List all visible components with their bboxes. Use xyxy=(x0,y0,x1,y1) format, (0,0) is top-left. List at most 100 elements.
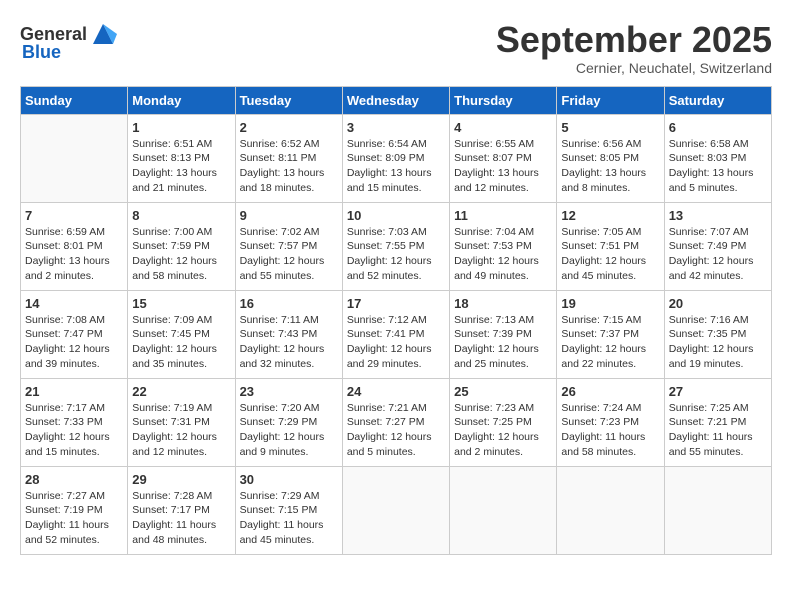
calendar-cell: 19Sunrise: 7:15 AMSunset: 7:37 PMDayligh… xyxy=(557,290,664,378)
calendar-cell xyxy=(557,466,664,554)
day-info: Sunrise: 7:20 AMSunset: 7:29 PMDaylight:… xyxy=(240,401,338,460)
calendar-week-row: 14 Sunrise: 7:08 AMSunset: 7:47 PMDayligh… xyxy=(21,290,772,378)
day-number: 18 xyxy=(454,296,552,311)
day-number: 14 xyxy=(25,296,123,311)
day-number: 27 xyxy=(669,384,767,399)
weekday-header-row: SundayMondayTuesdayWednesdayThursdayFrid… xyxy=(21,86,772,114)
day-info: Sunrise: 7:15 AMSunset: 7:37 PMDaylight:… xyxy=(561,313,659,372)
logo: General Blue xyxy=(20,20,117,63)
day-number: 1 xyxy=(132,120,230,135)
calendar-cell: 29 Sunrise: 7:28 AMSunset: 7:17 PMDayligh… xyxy=(128,466,235,554)
day-number: 17 xyxy=(347,296,445,311)
day-number: 15 xyxy=(132,296,230,311)
logo-icon xyxy=(89,20,117,48)
day-info: Sunrise: 7:00 AMSunset: 7:59 PMDaylight:… xyxy=(132,225,230,284)
weekday-header: Thursday xyxy=(450,86,557,114)
calendar-cell: 26 Sunrise: 7:24 AMSunset: 7:23 PMDayligh… xyxy=(557,378,664,466)
calendar-cell: 25Sunrise: 7:23 AMSunset: 7:25 PMDayligh… xyxy=(450,378,557,466)
calendar-cell: 6 Sunrise: 6:58 AMSunset: 8:03 PMDaylight… xyxy=(664,114,771,202)
day-info: Sunrise: 7:21 AMSunset: 7:27 PMDaylight:… xyxy=(347,401,445,460)
day-number: 13 xyxy=(669,208,767,223)
day-info: Sunrise: 6:54 AMSunset: 8:09 PMDaylight:… xyxy=(347,137,445,196)
day-info: Sunrise: 7:12 AMSunset: 7:41 PMDaylight:… xyxy=(347,313,445,372)
calendar-cell: 10 Sunrise: 7:03 AMSunset: 7:55 PMDayligh… xyxy=(342,202,449,290)
day-info: Sunrise: 6:51 AMSunset: 8:13 PMDaylight:… xyxy=(132,137,230,196)
weekday-header: Sunday xyxy=(21,86,128,114)
day-info: Sunrise: 7:09 AMSunset: 7:45 PMDaylight:… xyxy=(132,313,230,372)
weekday-header: Tuesday xyxy=(235,86,342,114)
day-number: 25 xyxy=(454,384,552,399)
calendar-cell: 24 Sunrise: 7:21 AMSunset: 7:27 PMDayligh… xyxy=(342,378,449,466)
calendar-cell: 13Sunrise: 7:07 AMSunset: 7:49 PMDayligh… xyxy=(664,202,771,290)
day-number: 24 xyxy=(347,384,445,399)
day-number: 5 xyxy=(561,120,659,135)
calendar-cell: 30 Sunrise: 7:29 AMSunset: 7:15 PMDayligh… xyxy=(235,466,342,554)
location-title: Cernier, Neuchatel, Switzerland xyxy=(496,60,772,76)
weekday-header: Saturday xyxy=(664,86,771,114)
day-info: Sunrise: 7:16 AMSunset: 7:35 PMDaylight:… xyxy=(669,313,767,372)
calendar-cell: 22 Sunrise: 7:19 AMSunset: 7:31 PMDayligh… xyxy=(128,378,235,466)
day-info: Sunrise: 7:28 AMSunset: 7:17 PMDaylight:… xyxy=(132,489,230,548)
day-number: 29 xyxy=(132,472,230,487)
calendar-cell: 20Sunrise: 7:16 AMSunset: 7:35 PMDayligh… xyxy=(664,290,771,378)
day-info: Sunrise: 7:29 AMSunset: 7:15 PMDaylight:… xyxy=(240,489,338,548)
page-header: General Blue September 2025 Cernier, Neu… xyxy=(20,20,772,76)
calendar-cell: 17 Sunrise: 7:12 AMSunset: 7:41 PMDayligh… xyxy=(342,290,449,378)
day-info: Sunrise: 7:08 AMSunset: 7:47 PMDaylight:… xyxy=(25,313,123,372)
calendar-cell: 14 Sunrise: 7:08 AMSunset: 7:47 PMDayligh… xyxy=(21,290,128,378)
day-number: 8 xyxy=(132,208,230,223)
calendar-table: SundayMondayTuesdayWednesdayThursdayFrid… xyxy=(20,86,772,555)
calendar-cell xyxy=(21,114,128,202)
day-number: 9 xyxy=(240,208,338,223)
calendar-cell: 1 Sunrise: 6:51 AMSunset: 8:13 PMDaylight… xyxy=(128,114,235,202)
calendar-cell: 11 Sunrise: 7:04 AMSunset: 7:53 PMDayligh… xyxy=(450,202,557,290)
day-info: Sunrise: 7:11 AMSunset: 7:43 PMDaylight:… xyxy=(240,313,338,372)
calendar-week-row: 1 Sunrise: 6:51 AMSunset: 8:13 PMDaylight… xyxy=(21,114,772,202)
day-number: 23 xyxy=(240,384,338,399)
day-info: Sunrise: 7:03 AMSunset: 7:55 PMDaylight:… xyxy=(347,225,445,284)
day-number: 21 xyxy=(25,384,123,399)
calendar-cell: 5 Sunrise: 6:56 AMSunset: 8:05 PMDaylight… xyxy=(557,114,664,202)
day-info: Sunrise: 7:04 AMSunset: 7:53 PMDaylight:… xyxy=(454,225,552,284)
calendar-cell: 7Sunrise: 6:59 AMSunset: 8:01 PMDaylight… xyxy=(21,202,128,290)
day-info: Sunrise: 7:27 AMSunset: 7:19 PMDaylight:… xyxy=(25,489,123,548)
calendar-cell xyxy=(342,466,449,554)
day-number: 16 xyxy=(240,296,338,311)
day-number: 26 xyxy=(561,384,659,399)
day-info: Sunrise: 7:13 AMSunset: 7:39 PMDaylight:… xyxy=(454,313,552,372)
calendar-cell xyxy=(664,466,771,554)
calendar-cell: 28Sunrise: 7:27 AMSunset: 7:19 PMDayligh… xyxy=(21,466,128,554)
calendar-cell xyxy=(450,466,557,554)
day-info: Sunrise: 7:24 AMSunset: 7:23 PMDaylight:… xyxy=(561,401,659,460)
calendar-cell: 27 Sunrise: 7:25 AMSunset: 7:21 PMDayligh… xyxy=(664,378,771,466)
calendar-cell: 16 Sunrise: 7:11 AMSunset: 7:43 PMDayligh… xyxy=(235,290,342,378)
calendar-cell: 15 Sunrise: 7:09 AMSunset: 7:45 PMDayligh… xyxy=(128,290,235,378)
calendar-cell: 4 Sunrise: 6:55 AMSunset: 8:07 PMDaylight… xyxy=(450,114,557,202)
day-number: 3 xyxy=(347,120,445,135)
day-info: Sunrise: 7:02 AMSunset: 7:57 PMDaylight:… xyxy=(240,225,338,284)
month-title: September 2025 xyxy=(496,20,772,60)
day-info: Sunrise: 6:55 AMSunset: 8:07 PMDaylight:… xyxy=(454,137,552,196)
calendar-week-row: 7Sunrise: 6:59 AMSunset: 8:01 PMDaylight… xyxy=(21,202,772,290)
day-number: 30 xyxy=(240,472,338,487)
calendar-cell: 8 Sunrise: 7:00 AMSunset: 7:59 PMDaylight… xyxy=(128,202,235,290)
weekday-header: Monday xyxy=(128,86,235,114)
day-info: Sunrise: 6:58 AMSunset: 8:03 PMDaylight:… xyxy=(669,137,767,196)
day-info: Sunrise: 6:56 AMSunset: 8:05 PMDaylight:… xyxy=(561,137,659,196)
day-number: 22 xyxy=(132,384,230,399)
weekday-header: Wednesday xyxy=(342,86,449,114)
title-block: September 2025 Cernier, Neuchatel, Switz… xyxy=(496,20,772,76)
calendar-week-row: 21Sunrise: 7:17 AMSunset: 7:33 PMDayligh… xyxy=(21,378,772,466)
calendar-cell: 3 Sunrise: 6:54 AMSunset: 8:09 PMDaylight… xyxy=(342,114,449,202)
day-number: 12 xyxy=(561,208,659,223)
weekday-header: Friday xyxy=(557,86,664,114)
day-number: 6 xyxy=(669,120,767,135)
day-number: 11 xyxy=(454,208,552,223)
day-info: Sunrise: 7:25 AMSunset: 7:21 PMDaylight:… xyxy=(669,401,767,460)
day-number: 4 xyxy=(454,120,552,135)
calendar-week-row: 28Sunrise: 7:27 AMSunset: 7:19 PMDayligh… xyxy=(21,466,772,554)
day-number: 10 xyxy=(347,208,445,223)
calendar-cell: 18 Sunrise: 7:13 AMSunset: 7:39 PMDayligh… xyxy=(450,290,557,378)
day-info: Sunrise: 7:19 AMSunset: 7:31 PMDaylight:… xyxy=(132,401,230,460)
day-number: 7 xyxy=(25,208,123,223)
